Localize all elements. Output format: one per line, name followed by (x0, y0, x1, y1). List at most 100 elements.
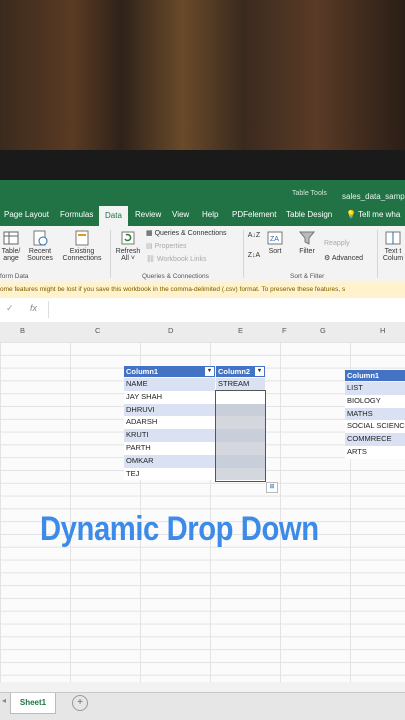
tab-table-design[interactable]: Table Design (286, 210, 332, 219)
table-cell[interactable]: OMKAR (124, 454, 215, 468)
table-cell[interactable]: STREAM (216, 378, 265, 391)
ribbon-separator (110, 230, 111, 278)
sort-za-button[interactable]: Z↓A (247, 252, 261, 259)
from-table-button[interactable]: Table/ ange (0, 230, 22, 262)
table-cell[interactable]: JAY SHAH (124, 390, 215, 404)
existing-connections-label: Existing Connections (62, 248, 102, 262)
svg-text:ZA: ZA (270, 236, 279, 243)
refresh-all-button[interactable]: Refresh All ˅ (113, 230, 143, 262)
recent-sources-button[interactable]: Recent Sources (24, 230, 56, 262)
overlay-title: Dynamic Drop Down (40, 510, 319, 548)
fx-icon[interactable]: fx (30, 303, 37, 313)
queries-connections-label: Queries & Connections (154, 230, 227, 237)
table-cell[interactable]: TEJ (124, 467, 215, 481)
column-header-b[interactable]: B (20, 326, 25, 335)
sort-icon: ZA (267, 231, 283, 245)
advanced-label: Advanced (331, 255, 363, 262)
quick-analysis-icon[interactable]: ⊞ (266, 482, 278, 493)
properties-label: Properties (154, 243, 187, 250)
excel-window: Table Tools sales_data_sample Page Layou… (0, 180, 405, 720)
table-cell[interactable]: COMMRECE (345, 433, 405, 446)
advanced-icon: ⚙ (324, 255, 331, 262)
queries-connections-button[interactable]: ▦ Queries & Connections (146, 229, 227, 237)
table-cell[interactable]: ADARSH (124, 416, 215, 430)
reapply-label: Reapply (324, 240, 350, 247)
table-cell[interactable]: KRUTI (124, 429, 215, 442)
recent-sources-label: Recent Sources (27, 248, 53, 262)
tab-pdfelement[interactable]: PDFelement (232, 210, 276, 219)
refresh-all-label: Refresh All ˅ (115, 248, 141, 262)
ribbon-tab-bar: Table Tools sales_data_sample Page Layou… (0, 180, 405, 226)
column-header-g[interactable]: G (320, 326, 326, 335)
table-cell[interactable]: SOCIAL SCIENC (345, 420, 405, 434)
tab-page-layout[interactable]: Page Layout (4, 210, 49, 219)
tab-formulas[interactable]: Formulas (60, 210, 93, 219)
csv-warning-text: ome features might be lost if you save t… (0, 286, 346, 293)
filter-dropdown-icon[interactable]: ▾ (255, 367, 264, 376)
table-cell[interactable]: NAME (124, 378, 215, 391)
table-header-label: Column1 (126, 367, 159, 376)
table-header-column2[interactable]: Column2 ▾ (216, 366, 265, 377)
sort-az-icon: A↓Z (247, 232, 261, 239)
column-header-d[interactable]: D (168, 326, 173, 335)
tab-view[interactable]: View (172, 210, 189, 219)
table-header-column1[interactable]: Column1 ▾ (124, 366, 215, 377)
table-icon (3, 231, 19, 245)
sort-button[interactable]: ZA Sort (264, 230, 286, 255)
ribbon-separator (243, 230, 244, 278)
table-cell[interactable]: PARTH (124, 442, 215, 455)
advanced-button[interactable]: ⚙ Advanced (324, 254, 363, 262)
tab-data[interactable]: Data (99, 206, 128, 226)
refresh-icon (121, 231, 135, 245)
sort-label: Sort (268, 248, 282, 255)
text-to-columns-button[interactable]: Text t Colum (381, 230, 405, 262)
from-table-label: Table/ ange (1, 248, 21, 262)
csv-warning-bar: ome features might be lost if you save t… (0, 282, 405, 299)
table-cell[interactable]: MATHS (345, 407, 405, 421)
filter-button[interactable]: Filter (296, 230, 318, 255)
group-label-queries: Queries & Connections (142, 273, 209, 280)
sheet-tab-bar: ◂ Sheet1 + (0, 692, 405, 720)
tab-help[interactable]: Help (202, 210, 218, 219)
background-wall (0, 0, 405, 160)
cancel-icon[interactable]: ✓ (6, 303, 14, 314)
table-cell[interactable]: LIST (345, 382, 405, 395)
column-header-e[interactable]: E (238, 326, 243, 335)
reapply-button[interactable]: Reapply (324, 240, 350, 247)
existing-connections-button[interactable]: Existing Connections (60, 230, 104, 262)
column-header-h[interactable]: H (380, 326, 385, 335)
table-tools-label: Table Tools (292, 190, 327, 197)
properties-button[interactable]: ▤ Properties (146, 242, 186, 250)
table-cell[interactable]: DHRUVI (124, 403, 215, 417)
workbook-links-button[interactable]: ⛓ Workbook Links (146, 255, 207, 263)
add-sheet-icon[interactable]: + (72, 695, 88, 711)
workbook-links-label: Workbook Links (156, 256, 207, 263)
sort-az-button[interactable]: A↓Z (247, 232, 261, 239)
ribbon-separator (377, 230, 378, 278)
properties-icon: ▤ (146, 243, 153, 250)
table-cell[interactable]: ARTS (345, 446, 405, 459)
group-label-sort-filter: Sort & Filter (290, 273, 325, 280)
text-to-columns-icon (385, 231, 401, 245)
filter-dropdown-icon[interactable]: ▾ (205, 367, 214, 376)
tab-review[interactable]: Review (135, 210, 161, 219)
tell-me-label: Tell me wha (358, 210, 401, 219)
links-icon: ⛓ (146, 256, 155, 263)
table-cell[interactable]: BIOLOGY (345, 394, 405, 408)
column-header-c[interactable]: C (95, 326, 100, 335)
queries-icon: ▦ (146, 230, 153, 237)
scroll-left-icon[interactable]: ◂ (2, 696, 6, 705)
filter-label: Filter (299, 248, 315, 255)
table-header-label: Column2 (218, 367, 251, 376)
sort-za-icon: Z↓A (247, 252, 261, 259)
table-header-column1[interactable]: Column1 (345, 370, 405, 381)
tell-me-box[interactable]: 💡 Tell me wha (346, 210, 400, 219)
column-headers: B C D E F G H (0, 322, 405, 343)
filter-icon (299, 231, 315, 245)
existing-connections-icon (75, 230, 89, 246)
sheet-tab-sheet1[interactable]: Sheet1 (10, 693, 56, 714)
formula-input[interactable] (48, 301, 405, 318)
selection-range[interactable] (215, 390, 266, 482)
ribbon-data: Table/ ange Recent Sources Existing Conn… (0, 226, 405, 283)
column-header-f[interactable]: F (282, 326, 287, 335)
